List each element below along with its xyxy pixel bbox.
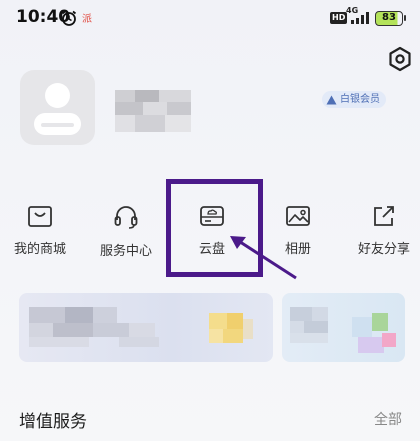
promo-banner-main[interactable]	[19, 293, 273, 362]
section-title: 增值服务	[19, 412, 87, 432]
triangle-mountain-icon	[326, 95, 337, 104]
hd-badge: HD	[330, 12, 348, 24]
avatar[interactable]	[20, 70, 95, 145]
share-icon	[374, 206, 394, 226]
shortcut-service-center[interactable]: 服务中心	[91, 203, 161, 263]
promo-banner-side[interactable]	[282, 293, 405, 362]
shortcut-label: 好友分享	[357, 242, 410, 257]
battery-icon: 83	[375, 11, 406, 26]
shortcut-my-mall[interactable]: 我的商城	[5, 203, 75, 263]
shortcut-share-friends[interactable]: 好友分享	[349, 203, 419, 263]
shortcut-label: 服务中心	[99, 244, 152, 259]
notification-tag: 派	[82, 14, 92, 25]
pointer-arrow-icon	[230, 236, 297, 280]
signal-icon	[350, 10, 372, 29]
alarm-icon	[60, 9, 78, 31]
status-bar: 10:40 派 HD 4G 83	[0, 0, 420, 36]
user-name-blurred	[115, 90, 191, 132]
headset-icon	[114, 206, 138, 229]
member-badge[interactable]: 白银会员	[322, 91, 386, 108]
section-view-all-link[interactable]: 全部	[374, 409, 402, 429]
mall-icon	[28, 206, 52, 227]
hexagon-settings-icon	[389, 46, 411, 72]
member-badge-label: 白银会员	[340, 94, 380, 105]
shortcut-label: 我的商城	[13, 242, 66, 257]
settings-button[interactable]	[386, 45, 414, 73]
